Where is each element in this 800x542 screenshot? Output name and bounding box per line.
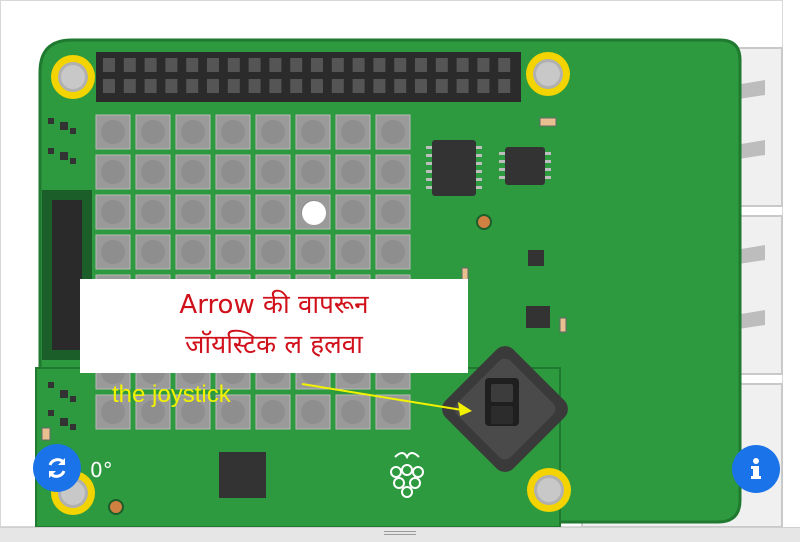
rotate-icon xyxy=(48,458,66,478)
led-pixel-lens xyxy=(261,120,285,144)
sensor-chip-large xyxy=(426,140,482,196)
resize-grip-icon[interactable] xyxy=(384,531,416,537)
gpio-pin xyxy=(103,58,115,72)
led-pixel-lens xyxy=(381,120,405,144)
led-pixel-lens xyxy=(381,200,405,224)
joystick-annotation-label: the joystick xyxy=(112,381,231,408)
gpio-pin xyxy=(373,58,386,72)
gpio-pin xyxy=(248,79,261,93)
led-pixel-lens xyxy=(261,400,285,424)
led-pixel-lens xyxy=(261,200,285,224)
gpio-pin xyxy=(456,58,469,72)
gpio-pin xyxy=(269,79,282,93)
gpio-pin xyxy=(311,58,323,72)
gpio-pin xyxy=(207,58,219,72)
gpio-pin xyxy=(498,79,511,93)
gpio-pin xyxy=(123,79,136,93)
led-pixel-lens xyxy=(141,240,165,264)
gpio-pin xyxy=(477,79,490,93)
led-pixel-lens xyxy=(141,160,165,184)
gpio-pin xyxy=(415,58,427,72)
led-pixel-lens xyxy=(301,240,325,264)
led-pixel-lens xyxy=(221,120,245,144)
mount-hole-top-right xyxy=(526,52,570,96)
gpio-pin xyxy=(415,79,427,93)
led-pixel-lens xyxy=(341,400,365,424)
board-canvas xyxy=(0,0,783,528)
temperature-readout: 0° xyxy=(90,458,113,482)
led-pixel-lens xyxy=(141,200,165,224)
led-pixel-lens xyxy=(221,160,245,184)
gpio-pin xyxy=(290,58,303,72)
instruction-line-1: Arrow की वापरून xyxy=(179,290,369,320)
gpio-pin xyxy=(269,58,282,72)
led-pixel-lens xyxy=(221,240,245,264)
sense-hat-emulator: Arrow की वापरून जॉयस्टिक ल हलवा the joys… xyxy=(0,0,800,542)
led-pixel-lens xyxy=(221,200,245,224)
gpio-pin xyxy=(331,58,344,72)
led-pixel-lens xyxy=(381,160,405,184)
led-pixel-lens xyxy=(141,120,165,144)
gpio-pin xyxy=(477,58,490,72)
gpio-pin xyxy=(248,58,261,72)
led-pixel-lens xyxy=(341,120,365,144)
gpio-pin xyxy=(435,58,448,72)
gpio-pin xyxy=(103,79,115,93)
instruction-line-2: जॉयस्टिक ल हलवा xyxy=(185,330,363,360)
gpio-pin xyxy=(435,79,448,93)
gpio-pin xyxy=(227,58,240,72)
gpio-pin xyxy=(498,58,511,72)
gpio-pin xyxy=(352,79,365,93)
led-pixel-lens xyxy=(261,240,285,264)
info-button[interactable] xyxy=(732,445,780,493)
gpio-pin xyxy=(394,58,407,72)
gpio-pin xyxy=(352,58,365,72)
gpio-pin xyxy=(123,58,136,72)
led-pixel-lens xyxy=(181,200,205,224)
led-pixel-lens xyxy=(181,240,205,264)
gpio-pin xyxy=(227,79,240,93)
led-pixel-lens xyxy=(341,200,365,224)
gpio-header xyxy=(96,52,521,102)
lit-led-pixel xyxy=(302,201,326,225)
sensor-chip-small xyxy=(499,147,551,185)
instruction-box: Arrow की वापरून जॉयस्टिक ल हलवा xyxy=(80,279,468,373)
gpio-pin xyxy=(207,79,219,93)
mount-hole-top-left xyxy=(51,55,95,99)
led-pixel-lens xyxy=(181,160,205,184)
led-pixel-lens xyxy=(261,160,285,184)
gpio-pin xyxy=(394,79,407,93)
gpio-pin xyxy=(290,79,303,93)
gpio-pin xyxy=(456,79,469,93)
gpio-pin xyxy=(165,58,178,72)
gpio-pin xyxy=(165,79,178,93)
gpio-pin xyxy=(186,58,199,72)
led-pixel-lens xyxy=(101,160,125,184)
led-pixel-lens xyxy=(301,120,325,144)
gpio-pin xyxy=(144,58,157,72)
led-pixel-lens xyxy=(101,200,125,224)
rotate-button[interactable] xyxy=(33,444,81,492)
gpio-pin xyxy=(144,79,157,93)
led-pixel-lens xyxy=(341,240,365,264)
led-pixel-lens xyxy=(381,400,405,424)
gpio-pin xyxy=(311,79,323,93)
bottom-chip xyxy=(219,452,266,498)
gpio-pin xyxy=(373,79,386,93)
led-pixel-lens xyxy=(381,240,405,264)
mount-hole-bottom-right xyxy=(527,468,571,512)
gpio-pin xyxy=(331,79,344,93)
led-pixel-lens xyxy=(301,160,325,184)
led-pixel-lens xyxy=(101,240,125,264)
led-pixel-lens xyxy=(301,400,325,424)
gpio-pin xyxy=(186,79,199,93)
info-icon xyxy=(751,458,761,479)
led-pixel-lens xyxy=(181,120,205,144)
led-pixel-lens xyxy=(341,160,365,184)
led-pixel-lens xyxy=(101,120,125,144)
